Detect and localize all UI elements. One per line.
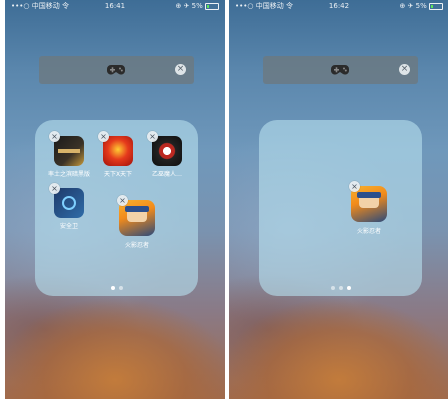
folder-title-bar[interactable]: × (263, 56, 418, 84)
delete-badge-icon[interactable]: × (349, 181, 360, 192)
app-label: 天下X天下 (103, 171, 133, 178)
page-dot (346, 286, 351, 290)
gamepad-icon (331, 65, 349, 75)
delete-badge-icon[interactable]: × (49, 131, 60, 142)
page-dot (118, 286, 123, 290)
app-label: 火影忍者 (356, 228, 381, 235)
open-folder: × 率土之滨暗黑版 × 天下X天下 × 乙巫魔人… × 安全卫 × 火影忍者 (35, 120, 198, 296)
status-right-text: ⊕ ✈ 5% (399, 2, 427, 10)
delete-badge-icon[interactable]: × (98, 131, 109, 142)
delete-badge-icon[interactable]: × (117, 195, 128, 206)
page-indicator[interactable] (259, 286, 422, 290)
page-dot (338, 286, 343, 290)
status-icons: ⊕ ✈ 5% (399, 0, 443, 12)
app-label: 火影忍者 (124, 242, 149, 249)
status-bar: •••○ 中国移动 令 16:42 ⊕ ✈ 5% (229, 0, 448, 12)
battery-icon (429, 2, 443, 10)
close-icon[interactable]: × (399, 64, 410, 75)
page-dot (330, 286, 335, 290)
close-icon[interactable]: × (175, 64, 186, 75)
app-icon[interactable] (103, 136, 133, 166)
page-indicator[interactable] (35, 286, 198, 290)
app-icon[interactable] (54, 136, 84, 166)
delete-badge-icon[interactable]: × (147, 131, 158, 142)
status-bar: •••○ 中国移动 令 16:41 ⊕ ✈ 5% (5, 0, 225, 12)
app-icon[interactable] (54, 188, 84, 218)
app-label: 率土之滨暗黑版 (47, 171, 90, 178)
gamepad-icon (107, 65, 125, 75)
battery-icon (205, 2, 219, 10)
status-icons: ⊕ ✈ 5% (175, 0, 219, 12)
app-icon[interactable] (152, 136, 182, 166)
app-label: 安全卫 (59, 223, 78, 230)
app-label: 乙巫魔人… (151, 171, 182, 178)
status-right-text: ⊕ ✈ 5% (175, 2, 203, 10)
open-folder: × 火影忍者 (259, 120, 422, 296)
home-screen-right: •••○ 中国移动 令 16:42 ⊕ ✈ 5% × × 火影忍者 (229, 0, 448, 399)
delete-badge-icon[interactable]: × (49, 183, 60, 194)
page-dot (110, 286, 115, 290)
home-screen-left: •••○ 中国移动 令 16:41 ⊕ ✈ 5% × × 率土之滨暗黑版 × 天… (5, 0, 225, 399)
folder-title-bar[interactable]: × (39, 56, 194, 84)
